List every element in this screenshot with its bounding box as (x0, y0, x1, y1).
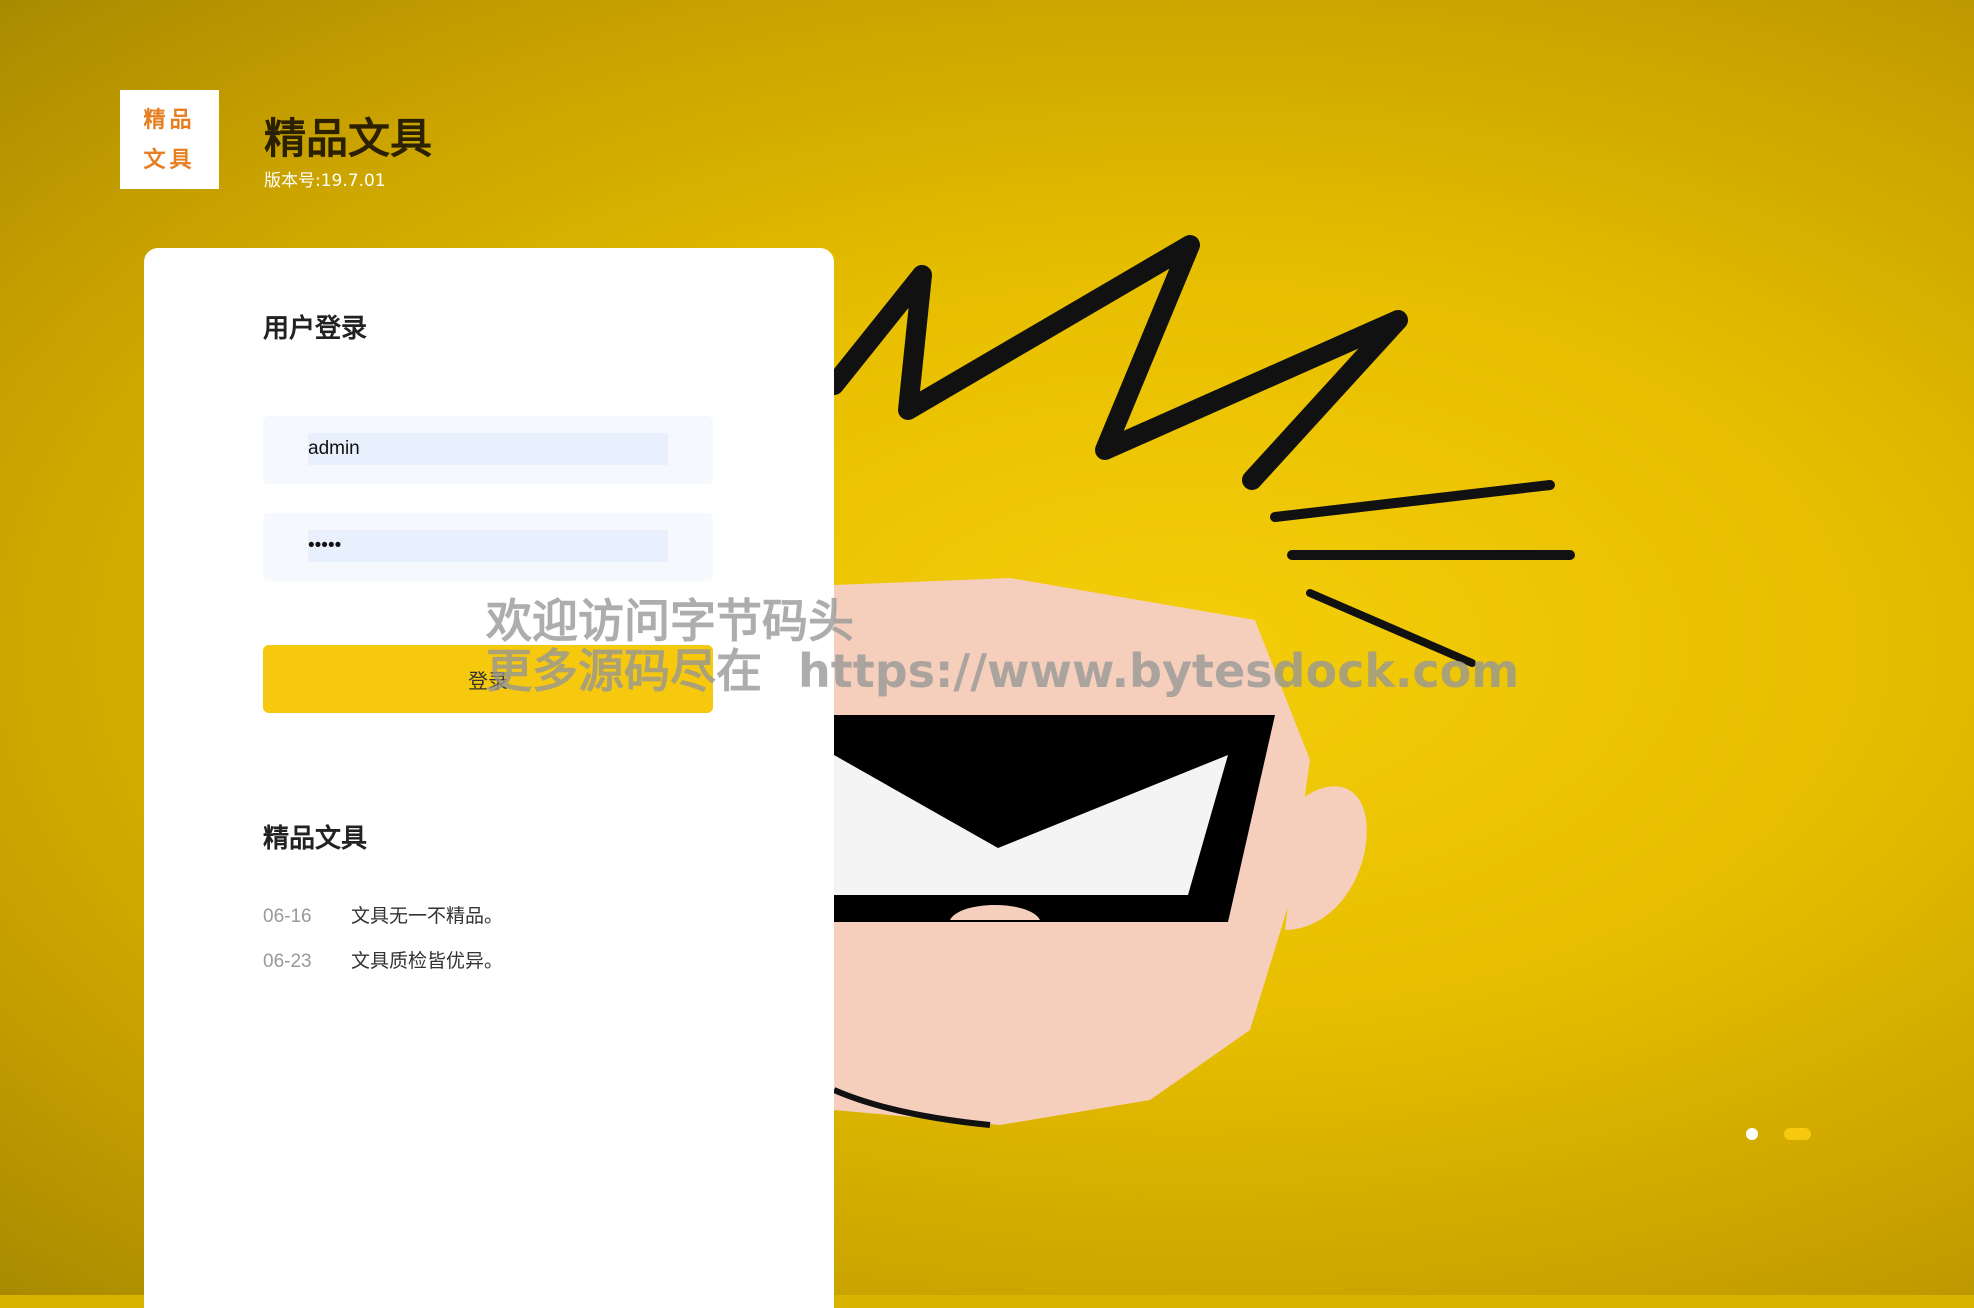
news-heading: 精品文具 (263, 824, 368, 854)
password-input[interactable] (308, 530, 668, 562)
password-field (263, 513, 713, 581)
app-version: 版本号:19.7.01 (264, 171, 386, 191)
news-item: 06-16 文具无一不精品。 (263, 900, 503, 945)
carousel-dot-2-active[interactable] (1784, 1128, 1811, 1140)
username-input[interactable] (308, 433, 668, 465)
login-heading: 用户登录 (263, 314, 368, 344)
news-list: 06-16 文具无一不精品。 06-23 文具质检皆优异。 (263, 900, 503, 990)
login-panel: 用户登录 登录 精品文具 06-16 文具无一不精品。 06-23 文具质检皆优… (144, 248, 834, 1308)
logo-text-line2: 文具 (143, 146, 196, 173)
app-title: 精品文具 (264, 114, 433, 163)
news-date: 06-23 (263, 951, 312, 972)
news-date: 06-16 (263, 906, 312, 927)
brand-logo: 精品 文具 (120, 90, 219, 189)
login-button[interactable]: 登录 (263, 645, 713, 713)
news-text: 文具质检皆优异。 (351, 950, 504, 972)
news-text: 文具无一不精品。 (351, 905, 504, 927)
cartoon-hair (824, 235, 1408, 490)
logo-text-line1: 精品 (143, 106, 196, 133)
news-item: 06-23 文具质检皆优异。 (263, 945, 503, 990)
carousel-dot-1[interactable] (1746, 1128, 1758, 1140)
username-field (263, 416, 713, 484)
